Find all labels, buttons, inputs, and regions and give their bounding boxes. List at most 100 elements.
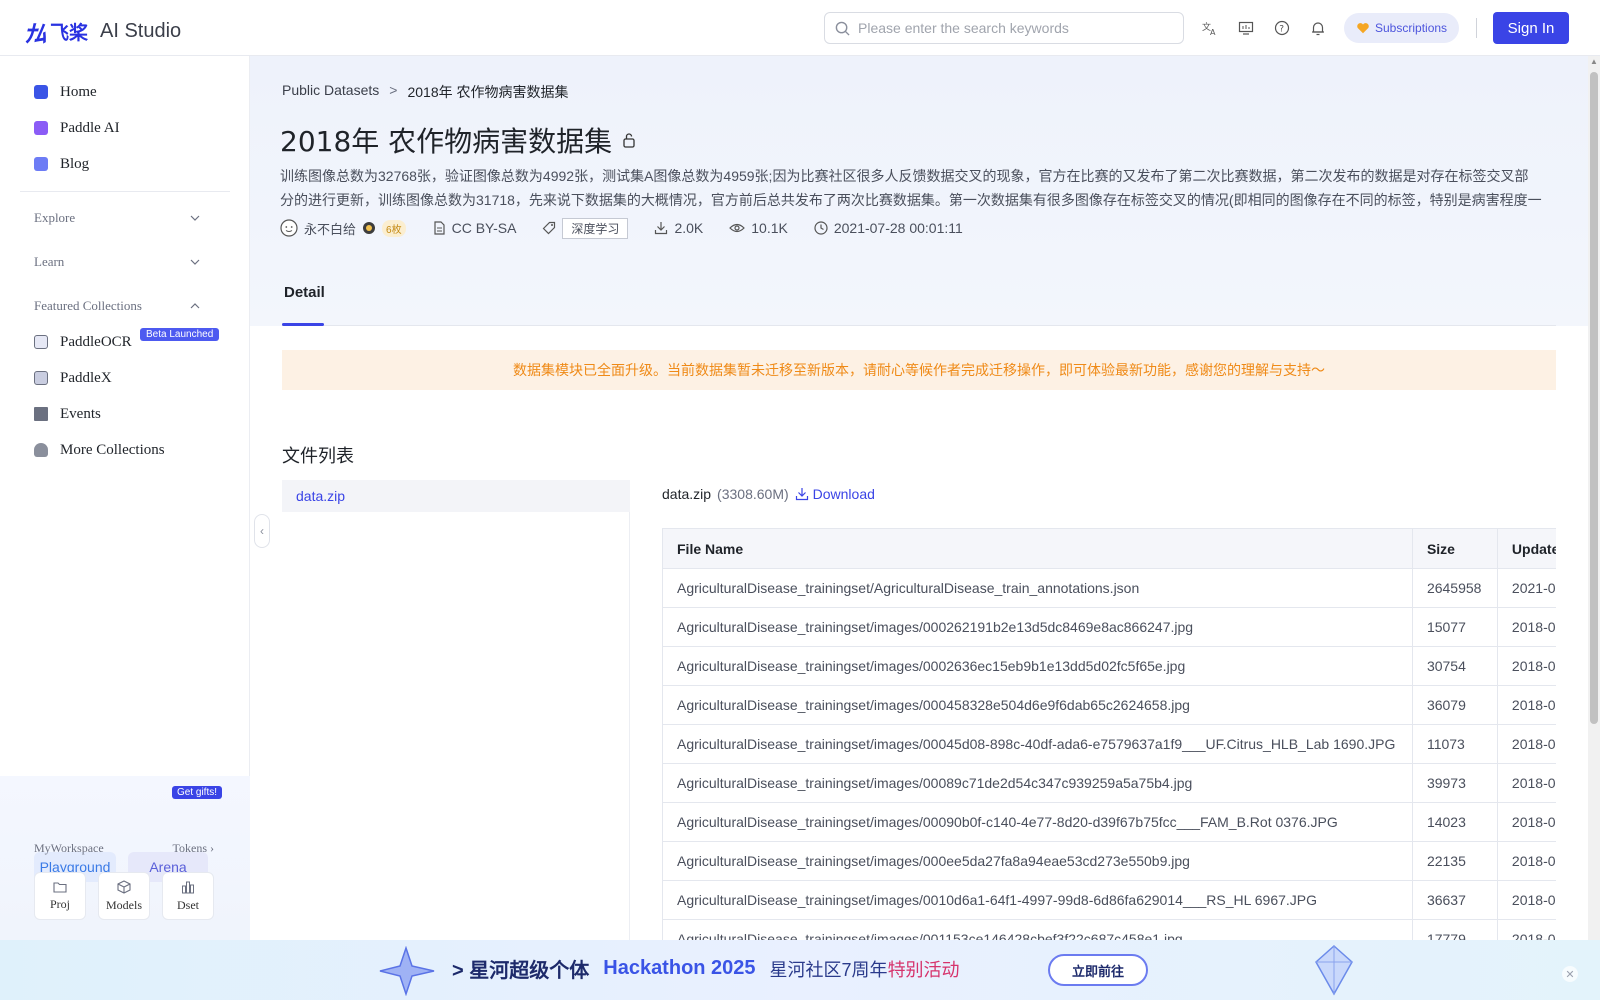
cell-file-name: AgriculturalDisease_trainingset/images/0… (662, 724, 1413, 764)
scroll-up-arrow[interactable]: ▲ (1590, 58, 1598, 66)
sidebar-item-home[interactable]: Home (34, 80, 97, 104)
sidebar-item-label: Home (60, 83, 97, 100)
cell-size: 36637 (1411, 880, 1498, 920)
sidebar-item-paddle-ai[interactable]: Paddle AI (34, 116, 120, 140)
tab-detail[interactable]: Detail (284, 284, 325, 301)
logo-studio-text: AI Studio (100, 20, 182, 42)
header-divider (1476, 18, 1477, 38)
top-header: ﾅﾑ 飞桨 AI Studio 文A ? Subscriptions Sign … (0, 0, 1600, 56)
section-label: Learn (34, 254, 65, 269)
cell-size: 36079 (1411, 685, 1498, 725)
sidebar-item-more-collections[interactable]: More Collections (34, 438, 165, 462)
tile-models[interactable]: Models (98, 872, 150, 920)
table-row: AgriculturalDisease_trainingset/images/0… (662, 880, 1556, 920)
scrollbar-thumb[interactable] (1590, 72, 1598, 724)
beta-badge: Beta Launched (140, 328, 220, 341)
avatar-icon (280, 219, 298, 237)
breadcrumb-separator: > (389, 82, 398, 98)
document-icon (433, 221, 445, 235)
banner-sub-b: 特别活动 (887, 959, 960, 980)
chevron-left-icon: ‹ (260, 524, 264, 538)
cell-file-name: AgriculturalDisease_trainingset/images/0… (662, 919, 1413, 940)
main-content: Public Datasets > 2018年 农作物病害数据集 2018年 农… (250, 56, 1588, 940)
search-icon (835, 21, 850, 36)
cell-file-name: AgriculturalDisease_trainingset/images/0… (662, 607, 1413, 647)
cell-size: 14023 (1411, 802, 1498, 842)
sidebar-collapse-handle[interactable]: ‹ (254, 514, 270, 548)
tile-label: Dset (177, 897, 199, 912)
license-text: CC BY-SA (451, 220, 517, 236)
crystal-icon (1315, 944, 1353, 996)
file-table-wrapper[interactable]: File Name Size Update AgriculturalDiseas… (662, 528, 1556, 940)
paddle-logo-icon: ﾅﾑ (24, 20, 46, 48)
sign-in-button[interactable]: Sign In (1493, 12, 1569, 44)
sidebar-item-label: More Collections (60, 441, 165, 458)
sidebar-item-label: Blog (60, 155, 90, 172)
cell-date: 2018-09-04 (1496, 802, 1556, 842)
monitor-icon[interactable] (1236, 18, 1256, 38)
flag-icon (34, 407, 48, 421)
tile-datasets[interactable]: Dset (162, 872, 214, 920)
search-input[interactable] (858, 20, 1158, 36)
search-box[interactable] (824, 12, 1184, 44)
section-featured-collections[interactable]: Featured Collections (34, 298, 200, 314)
cell-file-name: AgriculturalDisease_trainingset/images/0… (662, 880, 1413, 920)
tokens-label: Tokens (172, 841, 208, 855)
sidebar-item-paddleocr[interactable]: PaddleOCR (34, 330, 132, 354)
cell-size: 11073 (1411, 724, 1498, 764)
cube-icon (117, 879, 131, 894)
cell-size: 30754 (1411, 646, 1498, 686)
help-icon[interactable]: ? (1272, 18, 1292, 38)
section-explore[interactable]: Explore (34, 210, 200, 226)
banner-go-button[interactable]: 立即前往 (1048, 954, 1148, 986)
subscriptions-button[interactable]: Subscriptions (1344, 13, 1460, 43)
author[interactable]: 永不白给 6枚 (280, 219, 406, 238)
section-learn[interactable]: Learn (34, 254, 200, 270)
breadcrumb-parent[interactable]: Public Datasets (282, 82, 379, 102)
dataset-meta: 永不白给 6枚 CC BY-SA 深度学习 2.0K 10.1K 2021-07… (280, 216, 989, 240)
cell-file-name: AgriculturalDisease_trainingset/Agricult… (662, 568, 1413, 608)
column-header-size: Size (1411, 528, 1498, 569)
heart-icon (1357, 23, 1369, 34)
bell-icon[interactable] (1308, 18, 1328, 38)
logo[interactable]: ﾅﾑ 飞桨 AI Studio (24, 14, 181, 49)
eye-icon (729, 223, 746, 233)
tag-label[interactable]: 深度学习 (562, 217, 629, 239)
banner-hackathon: Hackathon 2025 (603, 957, 756, 979)
cell-date: 2018-09-04 (1496, 841, 1556, 881)
tab-bar: Detail (282, 274, 1556, 326)
sidebar-item-events[interactable]: Events (34, 402, 101, 426)
translate-icon[interactable]: 文A (1200, 18, 1220, 38)
tile-projects[interactable]: Proj (34, 872, 86, 920)
cell-date: 2021-07-28 (1496, 568, 1556, 608)
date-text: 2021-07-28 00:01:11 (833, 220, 963, 236)
download-icon (655, 222, 668, 235)
page-scrollbar[interactable]: ▲ (1588, 56, 1600, 940)
chevron-up-icon (190, 303, 200, 309)
svg-text:A: A (1210, 28, 1216, 36)
tokens-link[interactable]: Tokens › (173, 841, 215, 856)
download-link[interactable]: Download (795, 486, 875, 502)
license: CC BY-SA (432, 220, 517, 236)
banner-sub-a: 星河社区7周年 (769, 959, 888, 980)
table-header-row: File Name Size Update (662, 528, 1556, 569)
sidebar-item-paddlex[interactable]: PaddleX (34, 366, 112, 390)
download-label: Download (812, 486, 875, 502)
paddle-ai-icon (34, 121, 48, 135)
promo-banner[interactable]: > 星河超级个体 Hackathon 2025 星河社区7周年特别活动 立即前往… (0, 940, 1600, 1000)
home-icon (34, 85, 48, 99)
cell-file-name: AgriculturalDisease_trainingset/images/0… (662, 763, 1413, 803)
list-item[interactable]: data.zip (282, 480, 630, 512)
table-row: AgriculturalDisease_trainingset/images/0… (662, 646, 1556, 686)
banner-lead: > 星河超级个体 (452, 960, 590, 982)
tile-label: Proj (49, 896, 70, 911)
sidebar-item-blog[interactable]: Blog (34, 152, 89, 176)
file-list-title: 文件列表 (282, 446, 354, 466)
banner-close-icon[interactable]: ✕ (1562, 966, 1578, 982)
cell-date: 2018-09-04 (1496, 880, 1556, 920)
breadcrumb-current: 2018年 农作物病害数据集 (407, 84, 569, 100)
tags: 深度学习 (542, 217, 629, 239)
workspace-label: MyWorkspace (34, 841, 104, 855)
cell-date: 2018-09-04 (1496, 724, 1556, 764)
sidebar-item-label: Events (60, 405, 101, 422)
